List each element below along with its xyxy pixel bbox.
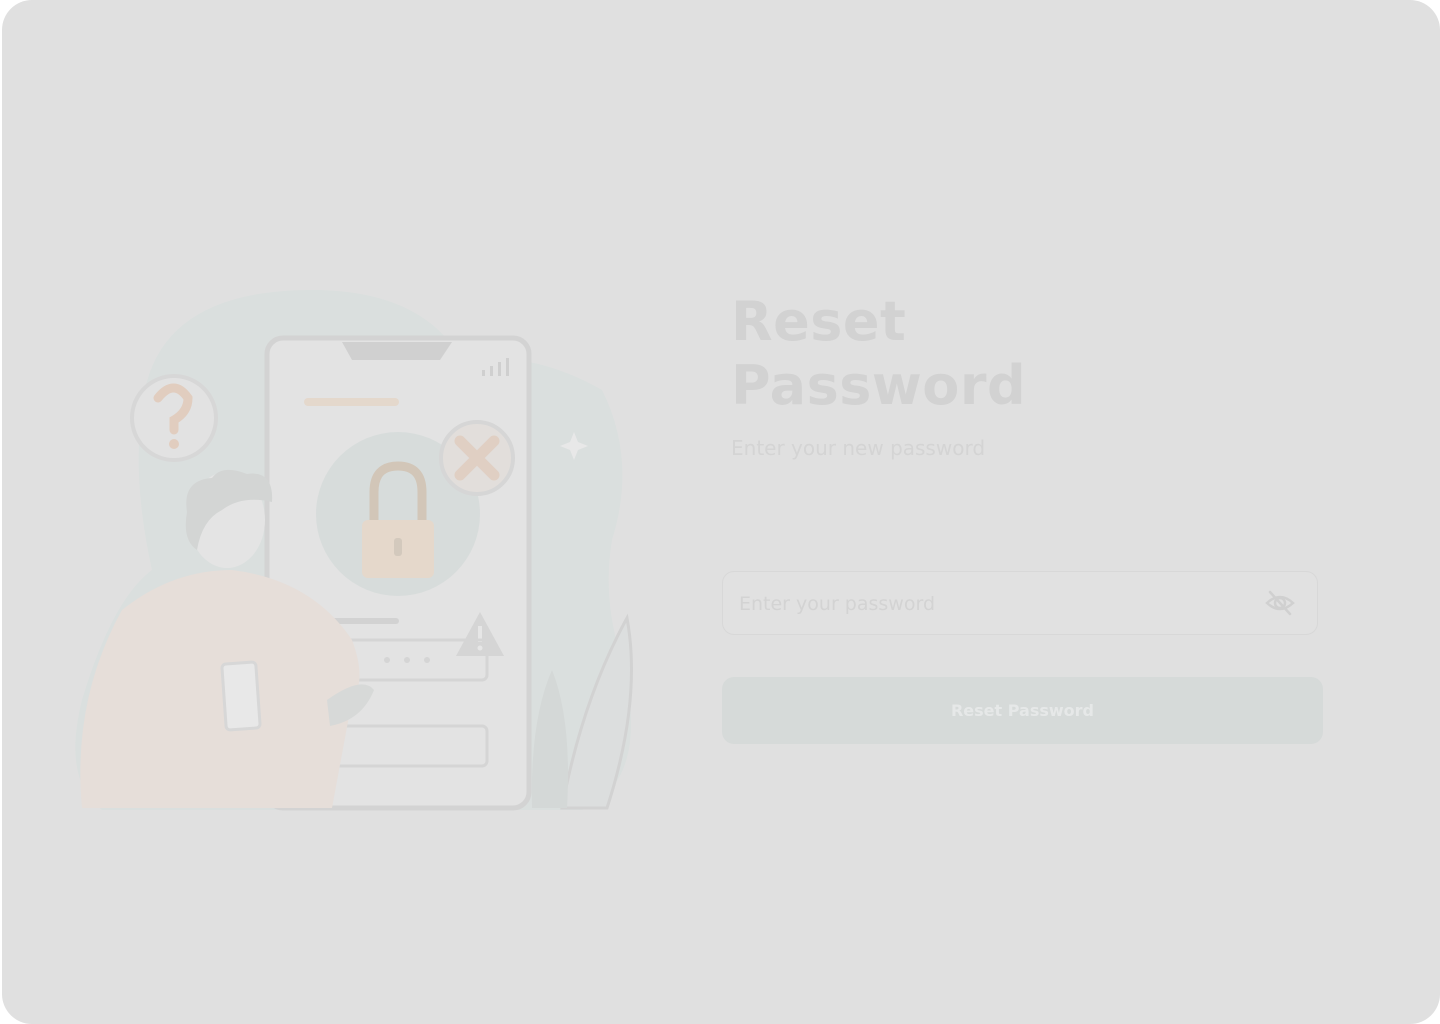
reset-password-illustration <box>75 290 633 811</box>
page-subtitle: Enter your new password <box>731 436 986 460</box>
page-title: Reset Password <box>731 290 1027 417</box>
modal-overlay-frame: Reset Password Enter your new password R… <box>2 0 1440 1024</box>
password-field <box>722 571 1318 635</box>
reset-password-button[interactable]: Reset Password <box>722 677 1323 744</box>
eye-off-icon[interactable] <box>1265 589 1295 617</box>
password-input[interactable] <box>737 572 1241 635</box>
